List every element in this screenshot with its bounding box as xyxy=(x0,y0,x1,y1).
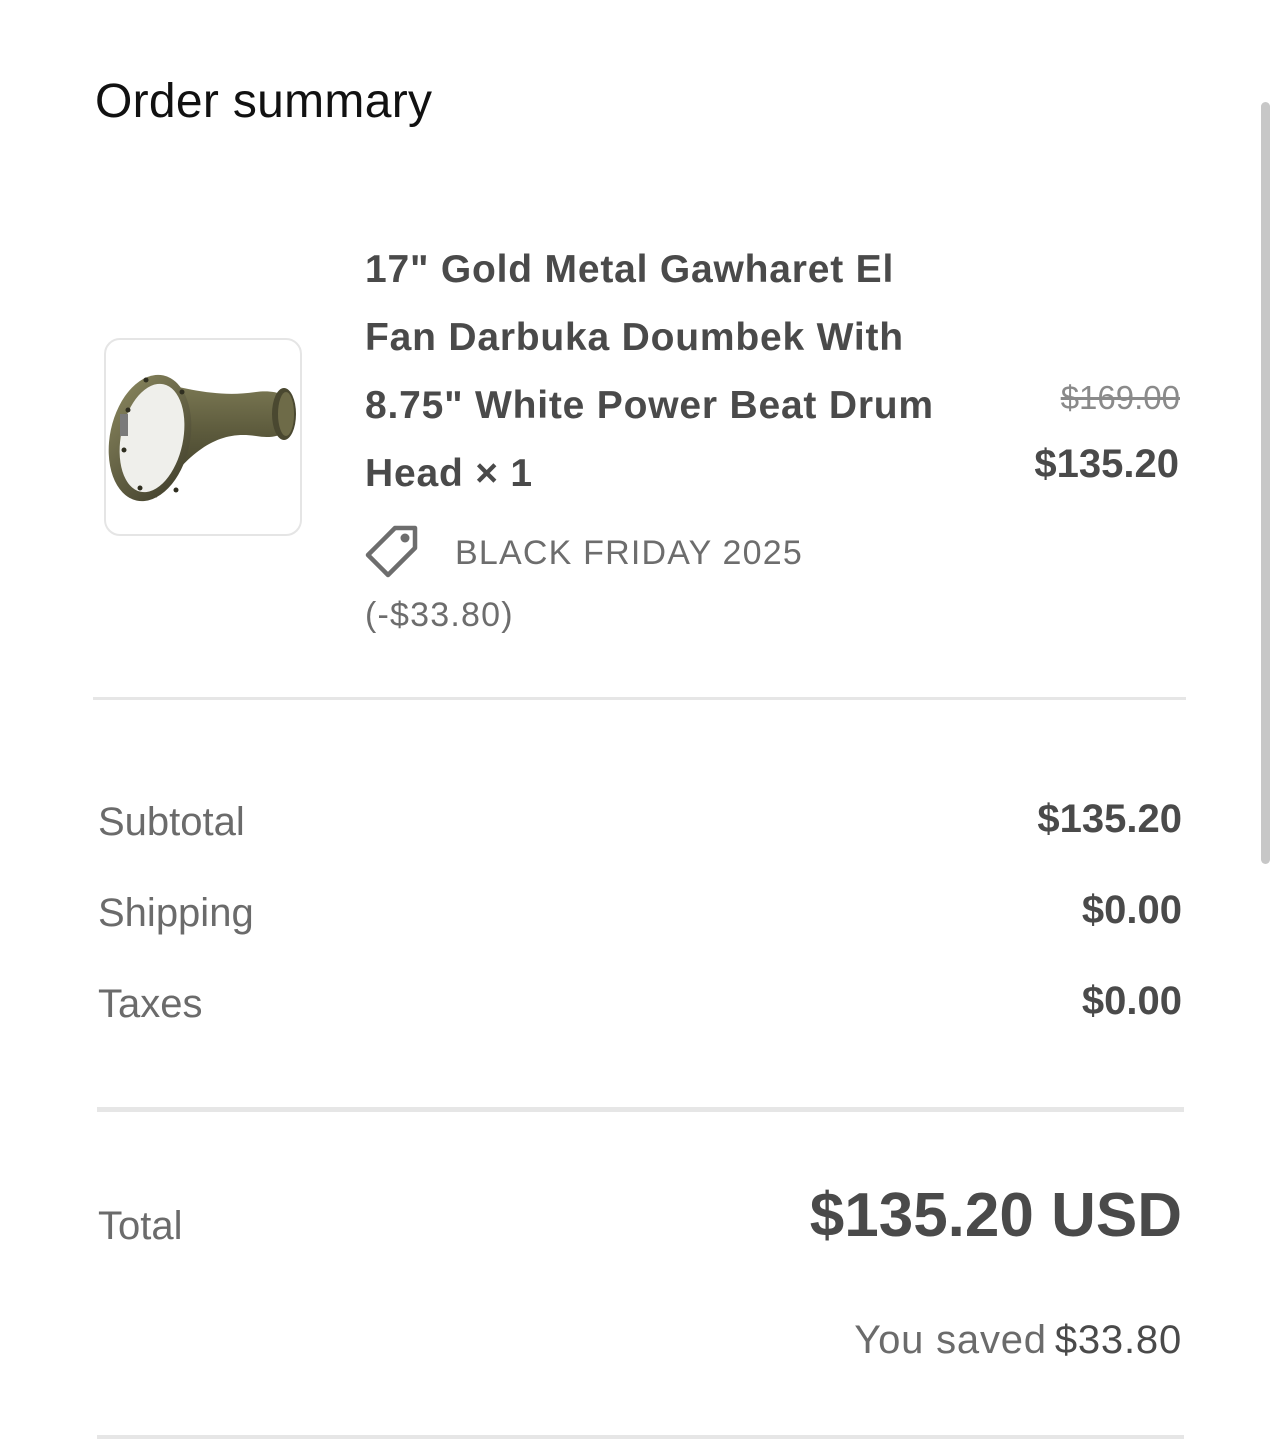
discount-row: BLACK FRIDAY 2025 (-$33.80) xyxy=(365,522,925,646)
savings-label: You saved xyxy=(854,1318,1047,1362)
subtotal-value: $135.20 xyxy=(1037,797,1182,841)
subtotal-label: Subtotal xyxy=(98,800,245,844)
savings-row: You saved $33.80 xyxy=(854,1318,1182,1363)
divider xyxy=(97,1435,1184,1439)
product-thumbnail xyxy=(104,338,302,536)
taxes-value: $0.00 xyxy=(1081,979,1182,1023)
savings-amount: $33.80 xyxy=(1054,1318,1182,1362)
darbuka-drum-image xyxy=(108,374,296,502)
divider xyxy=(93,697,1186,700)
original-price: $169.00 xyxy=(1060,379,1180,416)
taxes-label: Taxes xyxy=(98,982,203,1026)
total-label: Total xyxy=(98,1204,183,1248)
product-title: 17" Gold Metal Gawharet El Fan Darbuka D… xyxy=(365,248,934,495)
tag-icon xyxy=(365,525,418,578)
scrollbar[interactable] xyxy=(1261,102,1270,864)
shipping-label: Shipping xyxy=(98,891,254,935)
shipping-value: $0.00 xyxy=(1081,888,1182,932)
page-title: Order summary xyxy=(95,75,433,128)
total-value: $135.20 USD xyxy=(809,1181,1182,1250)
discount-text: BLACK FRIDAY 2025 (-$33.80) xyxy=(365,534,803,634)
current-price: $135.20 xyxy=(1034,442,1179,486)
divider xyxy=(97,1107,1184,1112)
